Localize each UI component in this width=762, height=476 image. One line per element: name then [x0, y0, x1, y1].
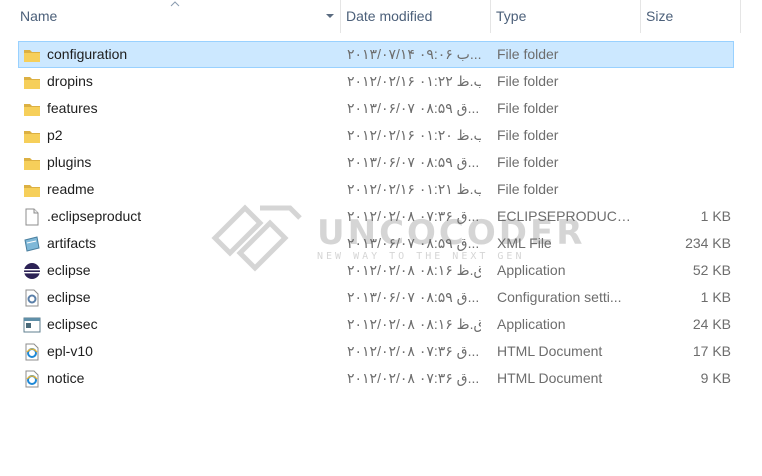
- file-date-modified: ۲۰۱۳/۰۶/۰۷ ق ۰۸:۵۹...: [347, 289, 480, 305]
- file-date-modified: ۲۰۱۲/۰۲/۰۸ ق ۰۷:۳۶...: [347, 343, 480, 359]
- file-date-modified: ۲۰۱۲/۰۲/۰۸ ق ۰۷:۳۶...: [347, 208, 480, 224]
- file-name: eclipsec: [47, 316, 98, 332]
- file-row[interactable]: epl-v10 ۲۰۱۲/۰۲/۰۸ ق ۰۷:۳۶... HTML Docum…: [18, 338, 734, 365]
- file-row[interactable]: configuration ۲۰۱۳/۰۷/۱۴ ب ۰۹:۰۶... File…: [18, 41, 734, 68]
- ie-document-icon: [23, 343, 41, 361]
- file-size: 24 KB: [692, 316, 731, 332]
- file-size: 9 KB: [700, 370, 731, 386]
- file-size: [639, 96, 731, 121]
- file-date-modified: ۲۰۱۳/۰۷/۱۴ ب ۰۹:۰۶...: [347, 46, 481, 62]
- file-name: readme: [47, 181, 95, 197]
- column-header-bar: Name Date modified Type Size: [0, 0, 762, 33]
- file-type: File folder: [497, 73, 559, 89]
- column-header-size[interactable]: Size: [640, 0, 740, 33]
- file-name: notice: [47, 370, 85, 386]
- file-date-modified: ۲۰۱۳/۰۶/۰۷ ق ۰۸:۵۹...: [347, 235, 480, 251]
- file-size: [639, 42, 731, 67]
- file-name: eclipse: [47, 262, 91, 278]
- folder-icon: [23, 181, 41, 199]
- file-type: File folder: [497, 154, 559, 170]
- file-row[interactable]: eclipse ۲۰۱۳/۰۶/۰۷ ق ۰۸:۵۹... Configurat…: [18, 284, 734, 311]
- blank-file-icon: [23, 208, 41, 226]
- file-type: Configuration setti...: [497, 289, 622, 305]
- file-date-modified: ۲۰۱۳/۰۶/۰۷ ق ۰۸:۵۹...: [347, 100, 480, 116]
- folder-icon: [23, 46, 41, 64]
- eclipse-app-icon: [23, 262, 41, 280]
- file-name: plugins: [47, 154, 92, 170]
- settings-file-icon: [23, 289, 41, 307]
- file-row[interactable]: features ۲۰۱۳/۰۶/۰۷ ق ۰۸:۵۹... File fold…: [18, 95, 734, 122]
- folder-icon: [23, 127, 41, 145]
- file-size: [639, 177, 731, 202]
- chevron-down-icon[interactable]: [324, 10, 336, 22]
- column-header-date-modified[interactable]: Date modified: [340, 0, 490, 33]
- file-date-modified: ۲۰۱۲/۰۲/۱۶ ب.ظ ۰۱:۲۱: [347, 181, 481, 197]
- file-size: 17 KB: [692, 343, 731, 359]
- file-size: 1 KB: [700, 208, 731, 224]
- file-type: File folder: [497, 127, 559, 143]
- column-divider[interactable]: [740, 0, 741, 33]
- column-header-type[interactable]: Type: [490, 0, 640, 33]
- file-row[interactable]: notice ۲۰۱۲/۰۲/۰۸ ق ۰۷:۳۶... HTML Docume…: [18, 365, 734, 392]
- file-row[interactable]: artifacts ۲۰۱۳/۰۶/۰۷ ق ۰۸:۵۹... XML File…: [18, 230, 734, 257]
- file-name: p2: [47, 127, 63, 143]
- file-name: eclipse: [47, 289, 91, 305]
- console-app-icon: [23, 316, 41, 334]
- file-row[interactable]: eclipse ۲۰۱۲/۰۲/۰۸ ق.ظ ۰۸:۱۶ Application…: [18, 257, 734, 284]
- file-type: HTML Document: [497, 343, 603, 359]
- file-name: artifacts: [47, 235, 97, 251]
- file-name: .eclipseproduct: [47, 208, 142, 224]
- file-date-modified: ۲۰۱۲/۰۲/۰۸ ق.ظ ۰۸:۱۶: [347, 262, 481, 278]
- file-type: ECLIPSEPRODUCT ...: [497, 208, 637, 224]
- file-row[interactable]: .eclipseproduct ۲۰۱۲/۰۲/۰۸ ق ۰۷:۳۶... EC…: [18, 203, 734, 230]
- folder-icon: [23, 154, 41, 172]
- file-row[interactable]: readme ۲۰۱۲/۰۲/۱۶ ب.ظ ۰۱:۲۱ File folder: [18, 176, 734, 203]
- file-size: 234 KB: [685, 235, 731, 251]
- file-date-modified: ۲۰۱۲/۰۲/۰۸ ق.ظ ۰۸:۱۶: [347, 316, 481, 332]
- file-type: XML File: [497, 235, 552, 251]
- file-name: dropins: [47, 73, 93, 89]
- xml-file-icon: [23, 235, 41, 253]
- file-type: File folder: [497, 100, 559, 116]
- file-date-modified: ۲۰۱۳/۰۶/۰۷ ق ۰۸:۵۹...: [347, 154, 480, 170]
- file-name: features: [47, 100, 98, 116]
- file-row[interactable]: eclipsec ۲۰۱۲/۰۲/۰۸ ق.ظ ۰۸:۱۶ Applicatio…: [18, 311, 734, 338]
- file-type: File folder: [497, 46, 559, 62]
- file-type: HTML Document: [497, 370, 603, 386]
- file-type: Application: [497, 262, 566, 278]
- file-row[interactable]: dropins ۲۰۱۲/۰۲/۱۶ ب.ظ ۰۱:۲۲ File folder: [18, 68, 734, 95]
- file-date-modified: ۲۰۱۲/۰۲/۱۶ ب.ظ ۰۱:۲۰: [347, 127, 481, 143]
- ie-document-icon: [23, 370, 41, 388]
- folder-icon: [23, 73, 41, 91]
- file-date-modified: ۲۰۱۲/۰۲/۱۶ ب.ظ ۰۱:۲۲: [347, 73, 481, 89]
- file-size: [639, 123, 731, 148]
- file-name: epl-v10: [47, 343, 93, 359]
- file-size: 1 KB: [700, 289, 731, 305]
- file-name: configuration: [47, 46, 128, 62]
- file-type: Application: [497, 316, 566, 332]
- file-row[interactable]: plugins ۲۰۱۳/۰۶/۰۷ ق ۰۸:۵۹... File folde…: [18, 149, 734, 176]
- file-type: File folder: [497, 181, 559, 197]
- sort-ascending-icon: [170, 1, 180, 7]
- file-date-modified: ۲۰۱۲/۰۲/۰۸ ق ۰۷:۳۶...: [347, 370, 480, 386]
- file-size: [639, 69, 731, 94]
- file-size: 52 KB: [692, 262, 731, 278]
- file-size: [639, 150, 731, 175]
- file-row[interactable]: p2 ۲۰۱۲/۰۲/۱۶ ب.ظ ۰۱:۲۰ File folder: [18, 122, 734, 149]
- folder-icon: [23, 100, 41, 118]
